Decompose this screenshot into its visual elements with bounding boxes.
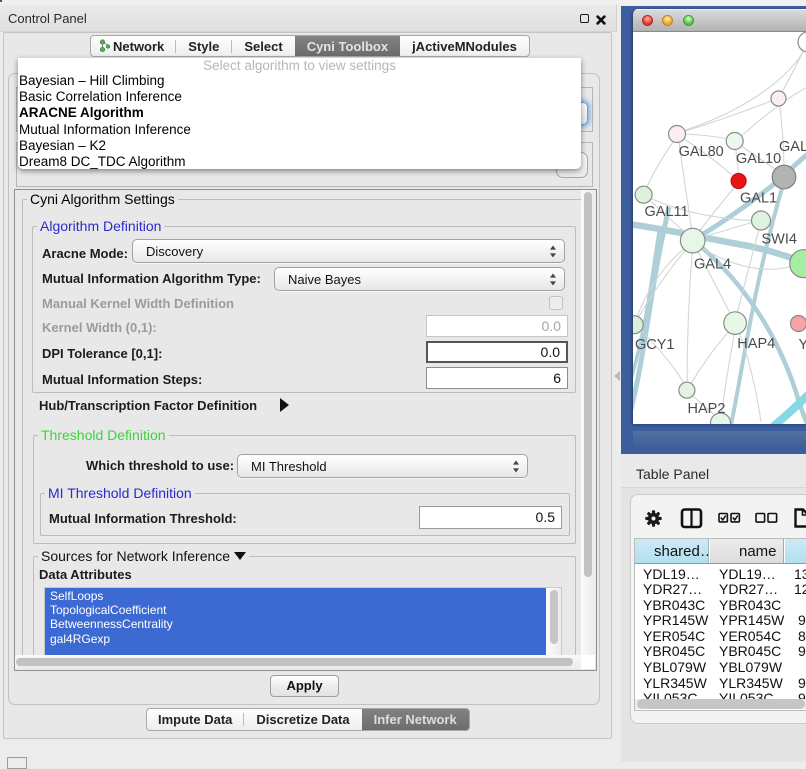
svg-text:SWI4: SWI4 xyxy=(762,232,797,248)
svg-text:GAL4: GAL4 xyxy=(694,257,731,273)
svg-text:HAP2: HAP2 xyxy=(688,401,726,417)
svg-text:YJ: YJ xyxy=(799,337,806,353)
svg-text:GAL11: GAL11 xyxy=(645,204,689,220)
svg-text:GAL1: GAL1 xyxy=(740,191,777,207)
svg-text:GCY1: GCY1 xyxy=(635,337,675,353)
svg-text:GAL10: GAL10 xyxy=(736,151,781,167)
svg-text:GAL80: GAL80 xyxy=(679,144,724,160)
svg-text:GAL: GAL xyxy=(779,139,806,155)
svg-text:HAP4: HAP4 xyxy=(737,336,775,352)
